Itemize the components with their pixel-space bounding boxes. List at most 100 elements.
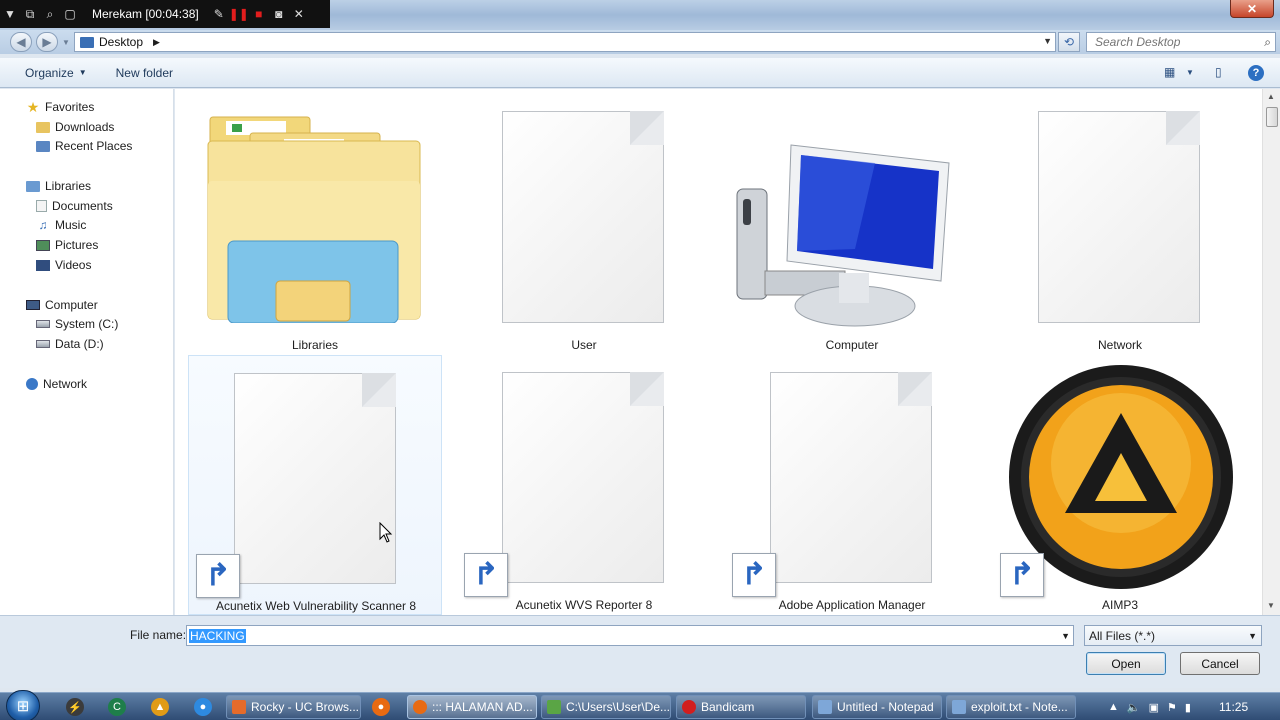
file-type-value: All Files (*.*) xyxy=(1089,629,1156,643)
nav-downloads[interactable]: Downloads xyxy=(36,118,114,136)
fullscreen-icon[interactable]: ▢ xyxy=(60,0,80,28)
chrome-icon[interactable]: ● xyxy=(194,698,212,716)
nav-computer-label: Computer xyxy=(45,298,98,312)
breadcrumb-chevron-icon[interactable]: ▶ xyxy=(153,37,160,48)
forward-button[interactable]: ▶ xyxy=(36,32,58,52)
clock[interactable]: 11:25 xyxy=(1219,700,1248,714)
shortcut-arrow-icon: ↱ xyxy=(464,553,508,597)
window-close-button[interactable]: ✕ xyxy=(1230,0,1274,18)
task-bandicam[interactable]: Bandicam xyxy=(676,695,806,719)
file-name: Network xyxy=(1097,338,1142,352)
shortcut-arrow-icon: ↱ xyxy=(1000,553,1044,597)
file-item[interactable]: Network xyxy=(993,93,1247,353)
refresh-icon: ⟲ xyxy=(1063,35,1075,49)
file-item[interactable]: Computer xyxy=(725,93,979,353)
file-item[interactable]: ↱ Adobe Application Manager xyxy=(725,355,979,615)
address-row: ◀ ▶ ▼ Desktop ▶ ▼ ⟲ ⌕ xyxy=(0,30,1280,54)
nav-libraries[interactable]: Libraries xyxy=(26,177,91,195)
change-view-icon[interactable]: ▦ xyxy=(1164,65,1175,79)
task-label: ::: HALAMAN AD... xyxy=(432,700,533,714)
libraries-icon xyxy=(26,180,40,192)
ccleaner-icon[interactable]: C xyxy=(108,698,126,716)
uc-browser-icon xyxy=(232,700,246,714)
window-mode-icon[interactable]: ⧉ xyxy=(20,0,40,28)
stop-icon[interactable]: ■ xyxy=(249,0,269,28)
aimp-taskbar-icon[interactable]: ▲ xyxy=(151,698,169,716)
file-name: Acunetix WVS Reporter 8 xyxy=(515,598,653,612)
help-icon[interactable]: ? xyxy=(1248,65,1264,81)
network-signal-icon[interactable]: ▮ xyxy=(1185,701,1191,714)
scroll-thumb[interactable] xyxy=(1266,107,1278,127)
nav-videos[interactable]: Videos xyxy=(36,256,91,274)
nav-music[interactable]: ♫ Music xyxy=(36,216,87,234)
address-bar[interactable]: Desktop ▶ ▼ xyxy=(74,32,1056,52)
scroll-down-icon[interactable]: ▼ xyxy=(1267,601,1275,610)
new-folder-label: New folder xyxy=(115,65,173,80)
nav-documents[interactable]: Documents xyxy=(36,197,113,215)
task-uc-browser[interactable]: Rocky - UC Brows... xyxy=(226,695,361,719)
document-icon xyxy=(234,373,396,584)
taskbar: ⊞ ⚡ C ▲ ● Rocky - UC Brows... ● ::: HALA… xyxy=(0,690,1280,720)
task-explorer[interactable]: C:\Users\User\De... xyxy=(541,695,671,719)
nav-computer[interactable]: Computer xyxy=(26,296,98,314)
chevron-down-icon: ▼ xyxy=(78,68,87,77)
refresh-button[interactable]: ⟲ xyxy=(1058,32,1080,52)
firefox-icon[interactable]: ● xyxy=(372,698,390,716)
nav-recent-places-label: Recent Places xyxy=(55,139,133,153)
search-zoom-icon[interactable]: ⌕ xyxy=(40,0,60,28)
start-button[interactable]: ⊞ xyxy=(6,690,40,720)
collapse-icon[interactable]: ▼ xyxy=(0,0,20,28)
camera-icon[interactable]: ◙ xyxy=(269,0,289,28)
cancel-button[interactable]: Cancel xyxy=(1180,652,1260,675)
pencil-icon[interactable]: ✎ xyxy=(209,0,229,28)
file-name-combobox[interactable]: HACKING ▼ xyxy=(186,625,1074,646)
organize-label: Organize xyxy=(25,65,74,80)
organize-button[interactable]: Organize ▼ xyxy=(25,66,87,80)
explorer-icon xyxy=(547,700,561,714)
nav-recent-places[interactable]: Recent Places xyxy=(36,137,132,155)
network-icon xyxy=(26,378,38,390)
search-icon[interactable]: ⌕ xyxy=(1264,35,1271,50)
close-recorder-icon[interactable]: ✕ xyxy=(289,0,309,28)
nav-system-c[interactable]: System (C:) xyxy=(36,315,118,333)
scroll-up-icon[interactable]: ▲ xyxy=(1267,92,1275,101)
task-halaman[interactable]: ::: HALAMAN AD... xyxy=(407,695,537,719)
search-box[interactable]: ⌕ xyxy=(1086,32,1276,52)
nav-data-d[interactable]: Data (D:) xyxy=(36,335,104,353)
volume-icon[interactable]: 🔈 xyxy=(1127,701,1141,714)
nav-pictures[interactable]: Pictures xyxy=(36,236,98,254)
breadcrumb-desktop[interactable]: Desktop xyxy=(99,35,143,49)
file-name-dropdown-icon[interactable]: ▼ xyxy=(1061,631,1070,641)
pin-tool-icon[interactable]: ⚡ xyxy=(66,698,84,716)
recording-toolbar: ▼ ⧉ ⌕ ▢ Merekam [00:04:38] ✎ ❚❚ ■ ◙ ✕ xyxy=(0,0,330,28)
new-folder-button[interactable]: New folder xyxy=(116,66,173,80)
task-notepad-untitled[interactable]: Untitled - Notepad xyxy=(812,695,942,719)
address-dropdown-icon[interactable]: ▼ xyxy=(1043,36,1052,46)
file-name-input[interactable]: HACKING xyxy=(189,629,246,643)
firefox-task-icon xyxy=(413,700,427,714)
file-type-select[interactable]: All Files (*.*) ▼ xyxy=(1084,625,1262,646)
vertical-scrollbar[interactable]: ▲ ▼ xyxy=(1262,89,1280,615)
pictures-icon xyxy=(36,239,50,251)
back-button[interactable]: ◀ xyxy=(10,32,32,52)
file-item[interactable]: User xyxy=(457,93,711,353)
action-center-icon[interactable]: ⚑ xyxy=(1167,701,1177,714)
show-hidden-icons-icon[interactable]: ▲ xyxy=(1108,701,1119,713)
pause-icon[interactable]: ❚❚ xyxy=(229,0,249,28)
open-button[interactable]: Open xyxy=(1086,652,1166,675)
nav-favorites[interactable]: ★ Favorites xyxy=(26,98,95,116)
file-item[interactable]: ↱ Acunetix WVS Reporter 8 xyxy=(457,355,711,615)
search-input[interactable] xyxy=(1087,33,1252,51)
command-bar: Organize ▼ New folder ▦ ▼ ▯ xyxy=(0,58,1280,88)
preview-pane-icon[interactable]: ▯ xyxy=(1215,65,1222,79)
recent-pages-dropdown[interactable]: ▼ xyxy=(60,32,72,52)
tray-app-icon[interactable]: ▣ xyxy=(1149,701,1159,714)
file-item[interactable]: Libraries xyxy=(188,93,442,353)
task-notepad-exploit[interactable]: exploit.txt - Note... xyxy=(946,695,1076,719)
file-item[interactable]: ↱ AIMP3 xyxy=(993,355,1247,615)
file-item[interactable]: ↱ Acunetix Web Vulnerability Scanner 8 xyxy=(188,355,442,615)
nav-network[interactable]: Network xyxy=(26,375,87,393)
notepad-icon xyxy=(818,700,832,714)
system-tray: ▲ 🔈 ▣ ⚑ ▮ xyxy=(1100,693,1280,720)
view-options-dropdown-icon[interactable]: ▼ xyxy=(1186,68,1194,77)
